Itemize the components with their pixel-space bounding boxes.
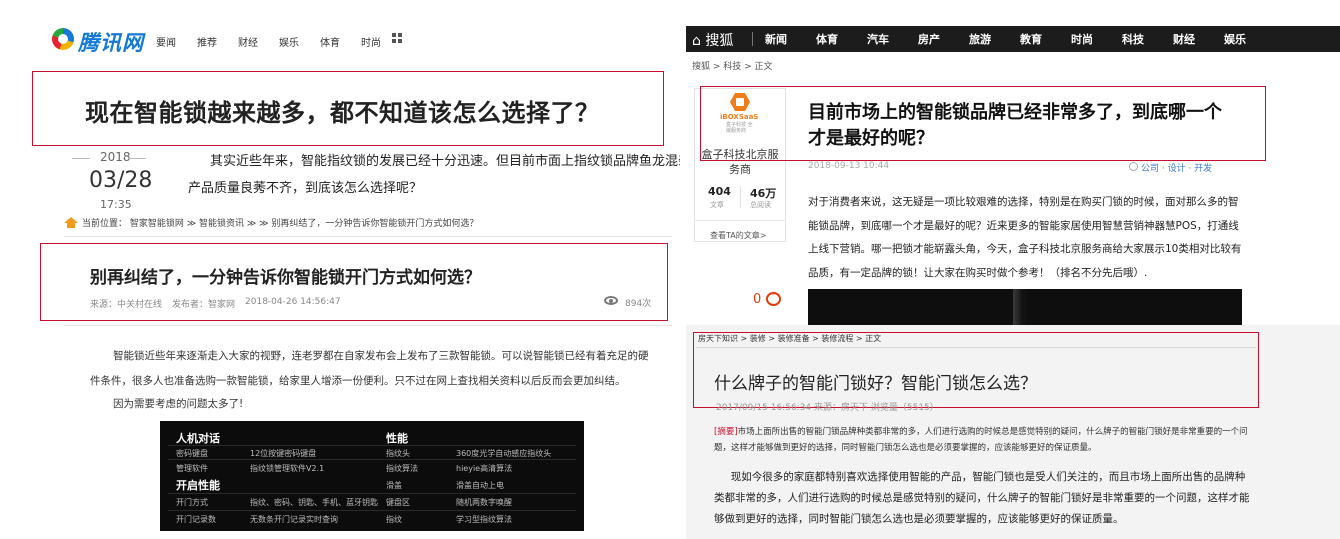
article-tags[interactable]: 公司 · 设计 · 开发 bbox=[1141, 161, 1212, 174]
body-text: 智能锁近些年来逐渐走入大家的视野，连老罗都在自家发布会上发布了三款智能锁。可以说… bbox=[113, 350, 649, 362]
article-image bbox=[808, 289, 1242, 325]
date-year: 2018 bbox=[100, 150, 131, 164]
fang-panel: 房天下知识 > 装修 > 装修准备 > 装修流程 > 正文 什么牌子的智能门锁好… bbox=[686, 325, 1340, 539]
tencent-logo-icon[interactable] bbox=[52, 28, 74, 50]
nav-item-caijing[interactable]: 财经 bbox=[1173, 31, 1195, 47]
abstract-tag: [摘要] bbox=[714, 427, 738, 437]
breadcrumb-text[interactable]: 当前位置： 智家智能锁网 ≫ 智能锁资讯 ≫ ≫ 别再纠结了，一分钟告诉你智能锁… bbox=[82, 216, 478, 229]
nav-item-shishang[interactable]: 时尚 bbox=[361, 34, 381, 49]
spec-table-image: 人机对话 性能 密码键盘 12位按键密码键盘 指纹头 360度光学自动感应指纹头… bbox=[160, 421, 584, 531]
meta-source: 来源：中关村在线 bbox=[90, 300, 163, 310]
spec-cell: 随机两数字唤醒 bbox=[456, 498, 512, 507]
spec-cell: 开门记录数 bbox=[176, 515, 216, 524]
article-count-label: 文章 bbox=[710, 201, 724, 209]
nav-item-lvyou[interactable]: 旅游 bbox=[969, 31, 991, 47]
lead-text: 其实近些年来，智能指纹锁的发展已经十分迅速。但目前市面上指纹锁品牌鱼龙混杂， bbox=[210, 154, 680, 169]
divider bbox=[694, 220, 786, 221]
divider bbox=[72, 158, 90, 159]
nav-item-yaowen[interactable]: 要闻 bbox=[156, 34, 176, 49]
divider bbox=[64, 325, 672, 326]
abstract-text: 市场上面所出售的智能门锁品牌种类都非常的多，人们进行选购的时候总是感觉特别的疑问… bbox=[714, 427, 1248, 453]
spec-cell: 指纹算法 bbox=[386, 464, 418, 473]
article-meta: 2017/09/15 16:56:34 来源：房天下 浏览量（5515） bbox=[716, 403, 939, 413]
spec-cell: 指纹锁管理软件V2.1 bbox=[250, 464, 325, 473]
tencent-logo-text[interactable]: 腾讯网 bbox=[78, 27, 144, 57]
article-body: 对于消费者来说，这无疑是一项比较艰难的选择，特别是在购买门锁的时候，面对那么多的… bbox=[808, 196, 1242, 279]
nav-item-keji[interactable]: 科技 bbox=[1122, 31, 1144, 47]
breadcrumb[interactable]: 搜狐 > 科技 > 正文 bbox=[692, 59, 773, 72]
divider bbox=[168, 445, 576, 446]
spec-cell: 12位按键密码键盘 bbox=[250, 449, 317, 458]
date-month-day: 03/28 bbox=[89, 168, 153, 193]
article-title: 目前市场上的智能锁品牌已经非常多了，到底哪一个才是最好的呢？ bbox=[808, 102, 1222, 149]
article-title: 别再纠结了，一分钟告诉你智能锁开门方式如何选？ bbox=[90, 268, 481, 288]
article-date: 2018-09-13 10:44 bbox=[808, 161, 890, 171]
sohu-logo-text: 搜狐 bbox=[705, 33, 734, 49]
grid-menu-icon[interactable] bbox=[392, 33, 402, 43]
tencent-zhijia-panel: 腾讯网 要闻 推荐 财经 娱乐 体育 时尚 现在智能锁越来越多，都不知道该怎么选… bbox=[0, 0, 680, 539]
lead-text: 产品质量良莠不齐，到底该怎么选择呢？ bbox=[188, 181, 423, 196]
read-count: 46万 bbox=[750, 187, 777, 200]
divider bbox=[168, 493, 576, 494]
meta-date: 2018-04-26 14:56:47 bbox=[245, 297, 341, 307]
divider bbox=[168, 510, 576, 511]
nav-item-tuijian[interactable]: 推荐 bbox=[197, 34, 217, 49]
nav-item-fangchan[interactable]: 房产 bbox=[918, 31, 940, 47]
date-time: 17:35 bbox=[100, 198, 132, 211]
home-icon[interactable] bbox=[64, 217, 78, 228]
nav-item-caijing[interactable]: 财经 bbox=[238, 34, 258, 49]
spec-cell: 学习型指纹算法 bbox=[456, 515, 512, 524]
divider bbox=[64, 236, 672, 237]
sohu-nav: 新闻 体育 汽车 房产 旅游 教育 时尚 科技 财经 娱乐 bbox=[765, 31, 1275, 47]
spec-cell: 360度光学自动感应指纹头 bbox=[456, 449, 552, 458]
spec-cell: 指纹、密码、钥匙、手机、蓝牙钥匙 bbox=[250, 498, 378, 507]
body-text: 因为需要考虑的问题太多了! bbox=[113, 398, 244, 410]
spec-cell: 滑盖 bbox=[386, 481, 402, 490]
view-articles-link[interactable]: 查看TA的文章> bbox=[710, 230, 766, 241]
nav-item-xinwen[interactable]: 新闻 bbox=[765, 31, 787, 47]
nav-item-tiyu[interactable]: 体育 bbox=[816, 31, 838, 47]
spec-cell: 密码键盘 bbox=[176, 449, 208, 458]
divider bbox=[128, 158, 146, 159]
article-title: 什么牌子的智能门锁好？智能门锁怎么选？ bbox=[714, 374, 1037, 394]
spec-cell: 无数条开门记录实时查询 bbox=[250, 515, 338, 524]
nav-item-tiyu[interactable]: 体育 bbox=[320, 34, 340, 49]
sohu-panel: ⌂ 搜狐 新闻 体育 汽车 房产 旅游 教育 时尚 科技 财经 娱乐 搜狐 > … bbox=[686, 0, 1340, 325]
read-count-label: 总阅读 bbox=[750, 201, 771, 209]
nav-item-jiaoyu[interactable]: 教育 bbox=[1020, 31, 1042, 47]
nav-item-yule[interactable]: 娱乐 bbox=[1224, 31, 1246, 47]
comment-icon[interactable] bbox=[766, 291, 781, 306]
tag-icon bbox=[1129, 162, 1138, 171]
nav-item-yule[interactable]: 娱乐 bbox=[279, 34, 299, 49]
breadcrumb: 当前位置： 智家智能锁网 ≫ 智能锁资讯 ≫ ≫ 别再纠结了，一分钟告诉你智能锁… bbox=[64, 212, 680, 232]
divider bbox=[740, 186, 741, 208]
view-count: 894次 bbox=[625, 299, 652, 309]
article-headline: 现在智能锁越来越多，都不知道该怎么选择了？ bbox=[85, 99, 600, 127]
comment-count[interactable]: 0 bbox=[753, 292, 761, 307]
article-abstract: [摘要]市场上面所出售的智能门锁品牌种类都非常的多，人们进行选购的时候总是感觉特… bbox=[714, 424, 1248, 456]
tencent-nav: 要闻 推荐 财经 娱乐 体育 时尚 bbox=[156, 34, 402, 49]
divider bbox=[168, 459, 576, 460]
nav-item-shishang[interactable]: 时尚 bbox=[1071, 31, 1093, 47]
article-count: 404 bbox=[708, 185, 731, 198]
spec-cell: hieyie高清算法 bbox=[456, 464, 513, 473]
article-body: 现如今很多的家庭都特别喜欢选择使用智能的产品，智能门锁也是受人们关注的，而且市场… bbox=[714, 467, 1254, 530]
meta-author: 发布者：智家网 bbox=[172, 300, 236, 310]
spec-cell: 管理软件 bbox=[176, 464, 208, 473]
spec-cell: 滑盖自动上电 bbox=[456, 481, 504, 490]
spec-cell: 键盘区 bbox=[386, 498, 410, 507]
nav-item-qiche[interactable]: 汽车 bbox=[867, 31, 889, 47]
spec-cell: 指纹头 bbox=[386, 449, 410, 458]
article-meta: 来源：中关村在线 发布者：智家网 2018-04-26 14:56:47 bbox=[90, 297, 341, 310]
divider bbox=[752, 32, 753, 46]
spec-heading: 人机对话 bbox=[176, 432, 220, 445]
spec-heading: 性能 bbox=[386, 432, 408, 445]
spec-cell: 指纹 bbox=[386, 515, 402, 524]
spec-heading: 开启性能 bbox=[176, 479, 220, 492]
body-text: 件条件，很多人也准备选购一款智能锁，给家里人增添一份便利。只不过在网上查找相关资… bbox=[90, 375, 626, 387]
spec-cell: 开门方式 bbox=[176, 498, 208, 507]
body-text: 现如今很多的家庭都特别喜欢选择使用智能的产品，智能门锁也是受人们关注的，而且市场… bbox=[714, 471, 1250, 525]
sohu-logo[interactable]: ⌂ 搜狐 bbox=[692, 30, 733, 50]
eye-icon bbox=[604, 296, 618, 305]
